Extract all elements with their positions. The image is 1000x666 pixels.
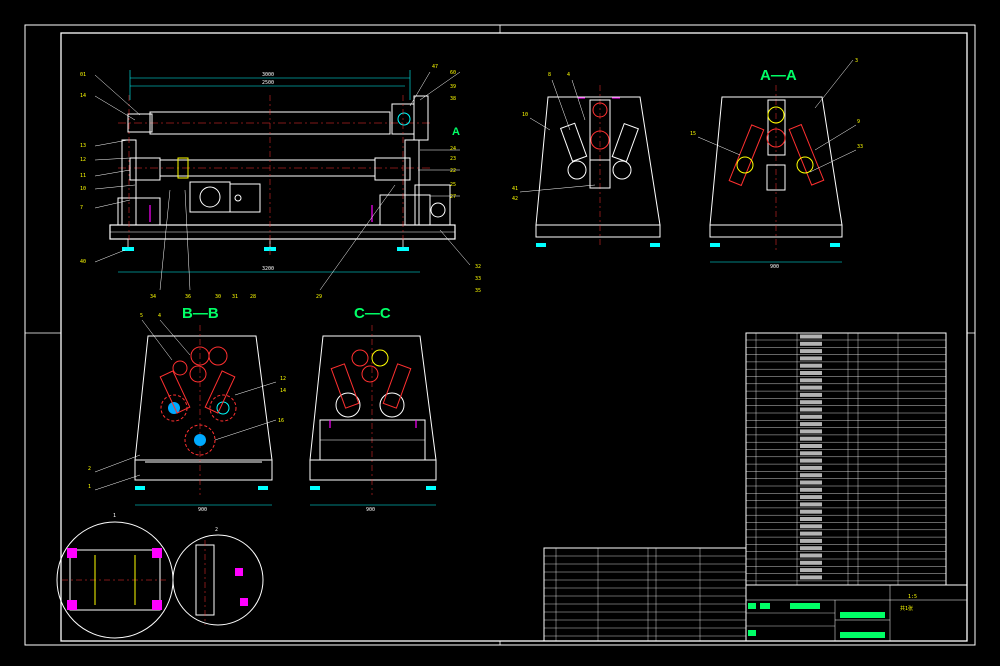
svg-text:8: 8	[548, 72, 551, 78]
svg-text:4: 4	[567, 72, 570, 78]
svg-text:31: 31	[232, 294, 238, 300]
svg-text:4: 4	[158, 313, 161, 319]
svg-text:13: 13	[80, 143, 86, 149]
roller-circle-icon	[397, 112, 411, 126]
section-a-a-title: A—A	[760, 67, 797, 84]
svg-text:25: 25	[450, 182, 456, 188]
svg-text:01: 01	[80, 72, 86, 78]
svg-text:27: 27	[450, 194, 456, 200]
svg-text:10: 10	[80, 186, 86, 192]
parts-list-lower	[543, 547, 747, 642]
svg-text:28: 28	[250, 294, 256, 300]
svg-text:12: 12	[280, 376, 286, 382]
svg-text:900: 900	[198, 507, 207, 513]
svg-text:3200: 3200	[262, 266, 274, 272]
svg-text:3: 3	[855, 58, 858, 64]
svg-text:12: 12	[80, 157, 86, 163]
svg-text:29: 29	[316, 294, 322, 300]
svg-text:9: 9	[857, 119, 860, 125]
section-b-b-title: B—B	[182, 305, 219, 322]
svg-text:47: 47	[432, 64, 438, 70]
parts-list	[745, 332, 947, 586]
svg-text:23: 23	[450, 156, 456, 162]
title-block-sheet: 共1张	[900, 605, 913, 612]
svg-text:1: 1	[113, 513, 116, 519]
svg-text:33: 33	[857, 144, 863, 150]
sheet-inner-border	[60, 32, 968, 642]
svg-text:15: 15	[690, 131, 696, 137]
zone-ticks	[25, 25, 975, 645]
svg-text:7: 7	[80, 205, 83, 211]
svg-text:39: 39	[450, 84, 456, 90]
svg-text:40: 40	[80, 259, 86, 265]
svg-text:3000: 3000	[262, 72, 274, 78]
title-block: 1:5 共1张	[745, 584, 968, 642]
cad-drawing-sheet: 3000 2500 3200 011413 121110 740 476039 …	[24, 24, 976, 646]
svg-text:60: 60	[450, 70, 456, 76]
section-a-a: A—A 900 3 9 33 15	[690, 58, 863, 270]
svg-text:10: 10	[522, 112, 528, 118]
title-block-scale: 1:5	[908, 594, 917, 600]
svg-text:36: 36	[185, 294, 191, 300]
svg-text:42: 42	[512, 196, 518, 202]
svg-text:900: 900	[770, 264, 779, 270]
svg-text:1: 1	[88, 484, 91, 490]
svg-text:32: 32	[475, 264, 481, 270]
svg-text:2500: 2500	[262, 80, 274, 86]
svg-text:38: 38	[450, 96, 456, 102]
svg-text:24: 24	[450, 146, 456, 152]
section-b-b: B—B 900 5 4 12 14 16 2 1	[88, 305, 286, 513]
svg-text:22: 22	[450, 168, 456, 174]
side-view: 8 4 10 41 42	[512, 72, 661, 247]
section-marker-a: A	[452, 126, 460, 138]
svg-text:30: 30	[215, 294, 221, 300]
svg-text:34: 34	[150, 294, 156, 300]
svg-text:16: 16	[278, 418, 284, 424]
svg-text:5: 5	[140, 313, 143, 319]
right-frame	[404, 139, 420, 226]
foot-pad-icon	[122, 247, 409, 251]
svg-text:41: 41	[512, 186, 518, 192]
sheet-outer-border	[24, 24, 976, 646]
svg-text:35: 35	[475, 288, 481, 294]
svg-text:33: 33	[475, 276, 481, 282]
svg-text:14: 14	[80, 93, 86, 99]
section-c-c: C—C 900	[309, 305, 437, 513]
front-view: 3000 2500 3200 011413 121110 740 476039 …	[80, 64, 481, 300]
svg-text:2: 2	[215, 527, 218, 533]
svg-text:14: 14	[280, 388, 286, 394]
section-c-c-title: C—C	[354, 305, 391, 322]
svg-text:900: 900	[366, 507, 375, 513]
svg-text:2: 2	[88, 466, 91, 472]
svg-text:11: 11	[80, 173, 86, 179]
detail-views: 1 2	[56, 513, 264, 639]
